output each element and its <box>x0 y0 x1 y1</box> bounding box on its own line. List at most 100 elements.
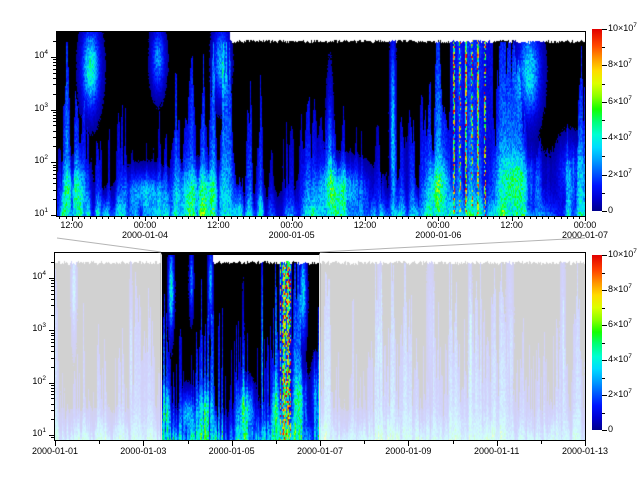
y-axis-minor-tick <box>53 190 57 191</box>
x-axis-date-label: 2000-01-05 <box>262 230 322 240</box>
top-spectrogram-canvas[interactable] <box>57 32 585 216</box>
colorbar-tick-label: 0 <box>608 205 640 216</box>
x-axis-minor-tick <box>364 440 365 444</box>
x-axis-minor-tick <box>121 216 122 219</box>
x-axis-minor-tick <box>212 216 213 219</box>
x-axis-minor-tick <box>530 216 531 219</box>
x-axis-minor-tick <box>157 216 158 219</box>
x-axis-minor-tick <box>102 216 103 219</box>
top-plot-frame <box>56 31 586 217</box>
x-axis-minor-tick <box>139 216 140 219</box>
x-axis-time-label: 12:00 <box>198 220 238 230</box>
x-axis-minor-tick <box>463 216 464 219</box>
x-axis-minor-tick <box>224 216 225 219</box>
y-axis-minor-tick <box>51 410 55 411</box>
y-axis-minor-tick <box>51 335 55 336</box>
x-axis-minor-tick <box>273 216 274 219</box>
x-axis-minor-tick <box>341 216 342 219</box>
x-axis-minor-tick <box>176 216 177 219</box>
x-axis-minor-tick <box>453 440 454 444</box>
label-exponent: 7 <box>633 248 637 255</box>
x-axis-minor-tick <box>66 216 67 219</box>
x-axis-minor-tick <box>414 216 415 219</box>
colorbar-tick-label: 2×107 <box>608 169 640 180</box>
x-axis-minor-tick <box>567 216 568 219</box>
y-axis-minor-tick <box>53 165 57 166</box>
label-text: 10 <box>32 271 42 281</box>
colorbar-major-tick <box>602 290 607 291</box>
x-axis-date-label: 2000-01-01 <box>25 446 85 456</box>
y-axis-minor-tick <box>53 131 57 132</box>
label-text: 6×10 <box>608 96 628 106</box>
x-axis-minor-tick <box>304 216 305 219</box>
colorbar-major-tick <box>602 430 607 431</box>
x-axis-minor-tick <box>328 216 329 219</box>
y-axis-minor-tick <box>53 112 57 113</box>
x-axis-minor-tick <box>499 216 500 219</box>
y-axis-minor-tick <box>51 305 55 306</box>
y-axis-major-tick <box>49 278 55 279</box>
y-axis-minor-tick <box>53 146 57 147</box>
x-axis-minor-tick <box>169 216 170 219</box>
x-axis-date-label: 2000-01-03 <box>113 446 173 456</box>
context-spectrogram-canvas[interactable] <box>55 253 585 440</box>
x-axis-minor-tick <box>518 216 519 219</box>
y-axis-minor-tick <box>53 121 57 122</box>
zoom-selection-box[interactable] <box>161 253 320 440</box>
spectrogram-viewer: 12:0000:002000-01-0412:0000:002000-01-05… <box>0 0 640 480</box>
x-axis-date-label: 2000-01-11 <box>467 446 527 456</box>
x-axis-minor-tick <box>316 216 317 219</box>
label-exponent: 4 <box>44 49 48 56</box>
x-axis-minor-tick <box>151 216 152 219</box>
x-axis-minor-tick <box>243 216 244 219</box>
label-text: 10 <box>34 103 44 113</box>
label-text: 2000-01-07 <box>297 446 343 456</box>
x-axis-time-label: 00:00 <box>272 220 312 230</box>
label-text: 2000-01-09 <box>385 446 431 456</box>
label-text: 00:00 <box>427 220 450 230</box>
colorbar-minor-tick <box>602 308 605 309</box>
x-axis-minor-tick <box>573 216 574 219</box>
y-axis-minor-tick <box>51 358 55 359</box>
y-axis-major-tick <box>51 162 57 163</box>
label-exponent: 7 <box>628 318 632 325</box>
y-axis-minor-tick <box>53 137 57 138</box>
context-plot-frame <box>54 252 586 441</box>
colorbar-major-tick <box>602 360 607 361</box>
x-axis-minor-tick <box>506 216 507 219</box>
x-axis-minor-tick <box>524 216 525 219</box>
label-text: 2000-01-07 <box>562 230 608 240</box>
colorbar-minor-tick <box>602 120 605 121</box>
label-text: 10 <box>32 323 42 333</box>
x-axis-minor-tick <box>90 216 91 219</box>
x-axis-minor-tick <box>206 216 207 219</box>
y-axis-minor-tick <box>53 125 57 126</box>
connector-left-line <box>57 238 161 252</box>
y-axis-tick-label: 102 <box>15 155 48 166</box>
y-axis-minor-tick <box>51 262 55 263</box>
label-exponent: 2 <box>42 375 46 382</box>
x-axis-minor-tick <box>396 216 397 219</box>
label-text: 2000-01-03 <box>120 446 166 456</box>
y-axis-minor-tick <box>53 78 57 79</box>
y-axis-minor-tick <box>51 391 55 392</box>
x-axis-minor-tick <box>554 216 555 219</box>
colorbar-tick-label: 10×107 <box>608 249 640 260</box>
y-axis-major-tick <box>49 383 55 384</box>
x-axis-minor-tick <box>579 216 580 219</box>
colorbar-minor-tick <box>602 378 605 379</box>
label-text: 10×10 <box>608 249 633 259</box>
colorbar-minor-tick <box>602 193 605 194</box>
label-text: 2×10 <box>608 389 628 399</box>
label-exponent: 7 <box>628 388 632 395</box>
label-text: 2000-01-06 <box>415 230 461 240</box>
label-text: 4×10 <box>608 354 628 364</box>
x-axis-minor-tick <box>481 216 482 219</box>
label-exponent: 7 <box>628 131 632 138</box>
x-axis-minor-tick <box>353 216 354 219</box>
x-axis-minor-tick <box>249 216 250 219</box>
y-axis-minor-tick <box>51 333 55 334</box>
colorbar-tick-label: 4×107 <box>608 354 640 365</box>
x-axis-time-label: 12:00 <box>492 220 532 230</box>
colorbar-minor-tick <box>602 156 605 157</box>
